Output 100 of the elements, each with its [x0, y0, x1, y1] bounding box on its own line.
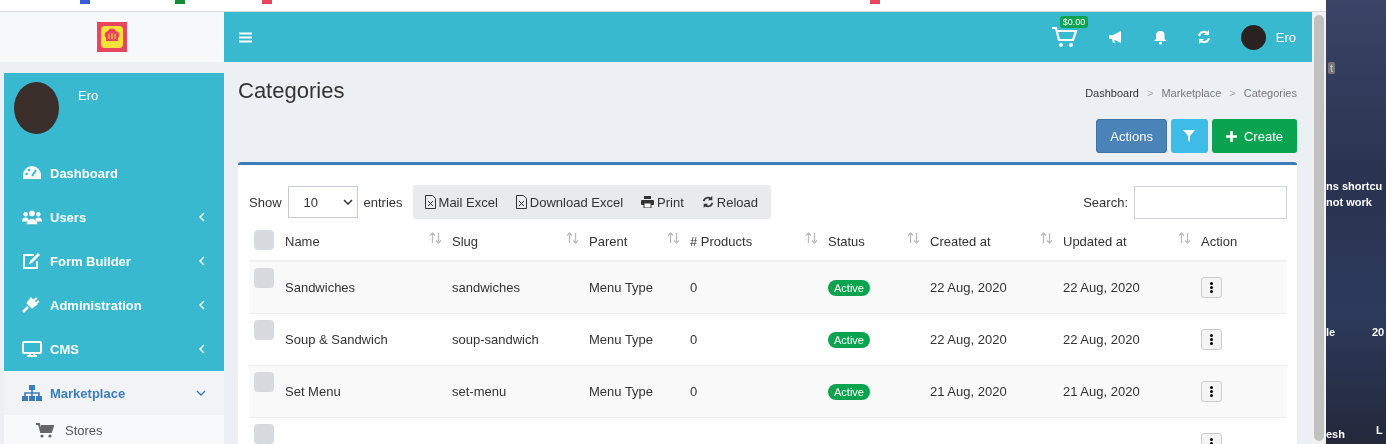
edit-icon [22, 253, 42, 269]
user-avatar [14, 82, 59, 134]
actions-button[interactable]: Actions [1096, 119, 1167, 153]
cart-total-badge: $0.00 [1059, 16, 1089, 28]
table-cell: Menu Type [589, 279, 654, 295]
table-cell: Menu Type [589, 331, 654, 347]
kebab-icon [1210, 333, 1213, 345]
search-field[interactable] [1134, 185, 1287, 219]
kebab-icon [1210, 281, 1213, 293]
select-all-checkbox[interactable] [254, 230, 274, 250]
plus-icon [1225, 130, 1237, 142]
desktop-icon-label[interactable]: not work [1326, 196, 1372, 208]
table-cell: 21 Aug, 2020 [1063, 383, 1140, 399]
entries-label: entries [363, 194, 403, 210]
cart-icon[interactable] [1051, 26, 1078, 48]
row-checkbox[interactable] [254, 319, 274, 340]
row-checkbox[interactable] [254, 371, 274, 392]
scrollbar[interactable] [1312, 12, 1326, 444]
sort-icon[interactable] [907, 231, 920, 244]
sidebar-subitem[interactable]: Stores [4, 415, 224, 444]
filter-button[interactable] [1170, 119, 1208, 153]
chevron-left-icon [198, 211, 206, 223]
row-actions-button[interactable] [1201, 276, 1222, 298]
column-header[interactable]: Status [828, 234, 865, 249]
bookmark-icon[interactable] [262, 0, 272, 4]
page-size-select[interactable]: 10 [287, 186, 358, 218]
breadcrumb[interactable]: Dashboard [1085, 86, 1139, 99]
breadcrumb: Categories [1243, 86, 1297, 99]
sitemap-icon [22, 385, 42, 401]
table-cell: soup-sandwich [452, 331, 539, 347]
row-checkbox[interactable] [254, 423, 274, 444]
desktop-icon-label[interactable]: 20 [1372, 326, 1385, 338]
refresh-icon[interactable] [1196, 30, 1211, 44]
column-header: Action [1201, 234, 1238, 249]
breadcrumb-separator: > [1147, 86, 1154, 99]
breadcrumb-separator: > [1229, 86, 1236, 99]
column-header[interactable]: # Products [690, 234, 753, 249]
table-cell: 0 [690, 279, 698, 295]
megaphone-icon[interactable] [1107, 30, 1124, 44]
sort-icon[interactable] [667, 231, 680, 244]
chevron-left-icon [198, 299, 206, 311]
bookmark-icon[interactable] [870, 0, 880, 4]
plug-icon [22, 297, 42, 313]
status-badge: Active [828, 383, 870, 400]
table-cell: 22 Aug, 2020 [930, 279, 1007, 295]
toolbar-button[interactable]: Reload [692, 194, 767, 210]
gauge-icon [22, 165, 42, 181]
cart-icon [36, 423, 54, 438]
toolbar-button[interactable]: Print [632, 194, 693, 210]
users-icon [22, 209, 42, 225]
caret-icon [342, 199, 353, 205]
column-header[interactable]: Name [285, 234, 320, 249]
user-name: Ero [78, 88, 99, 103]
sort-icon[interactable] [1040, 231, 1053, 244]
user-avatar[interactable] [1240, 24, 1266, 50]
table-cell: 22 Aug, 2020 [1063, 331, 1140, 347]
table-cell: Set Menu [285, 383, 341, 399]
table-cell: 22 Aug, 2020 [1063, 279, 1140, 295]
sort-icon[interactable] [805, 231, 818, 244]
column-header[interactable]: Updated at [1063, 234, 1127, 249]
sidebar-item[interactable]: Marketplace [4, 371, 224, 415]
filter-icon [1183, 130, 1196, 142]
table-cell: Soup & Sandwich [285, 331, 388, 347]
table-cell: 21 Aug, 2020 [930, 383, 1007, 399]
row-checkbox[interactable] [254, 268, 274, 288]
column-header[interactable]: Parent [589, 234, 628, 249]
column-header[interactable]: Slug [452, 234, 479, 249]
page-title: Categories [238, 77, 345, 104]
chevron-left-icon [198, 343, 206, 355]
bell-icon[interactable] [1153, 29, 1167, 45]
search-label: Search: [1083, 194, 1128, 210]
chevron-left-icon [198, 255, 206, 267]
table-cell: sandwiches [452, 279, 520, 295]
monitor-icon [22, 341, 42, 357]
toolbar-button[interactable]: Mail Excel [415, 194, 507, 210]
chef-hat-logo-icon[interactable] [97, 22, 127, 52]
row-actions-button[interactable] [1201, 328, 1222, 350]
menu-icon[interactable] [239, 31, 252, 43]
refresh-icon [701, 196, 714, 208]
kebab-icon [1210, 385, 1213, 397]
table-cell: set-menu [452, 383, 507, 399]
bookmark-icon[interactable] [175, 0, 185, 4]
sort-icon[interactable] [566, 231, 579, 244]
spreadsheet-file-icon [515, 195, 527, 209]
desktop-icon-label[interactable]: esh [1326, 428, 1345, 440]
sort-icon[interactable] [429, 231, 442, 244]
desktop-icon-label[interactable]: ns shortcu [1326, 180, 1383, 192]
sort-icon[interactable] [1178, 231, 1191, 244]
bookmark-icon[interactable] [80, 0, 90, 4]
status-badge: Active [828, 279, 870, 296]
row-actions-button[interactable] [1201, 380, 1222, 402]
spreadsheet-file-icon [424, 195, 436, 209]
toolbar-button[interactable]: Download Excel [506, 194, 633, 210]
status-badge: Active [828, 331, 870, 348]
desktop-icon-label[interactable]: le [1326, 326, 1336, 338]
table-cell: 22 Aug, 2020 [930, 331, 1007, 347]
table-cell: Menu Type [589, 383, 654, 399]
desktop-icon-label[interactable]: L [1376, 424, 1383, 436]
printer-icon [641, 196, 655, 208]
column-header[interactable]: Created at [930, 234, 991, 249]
